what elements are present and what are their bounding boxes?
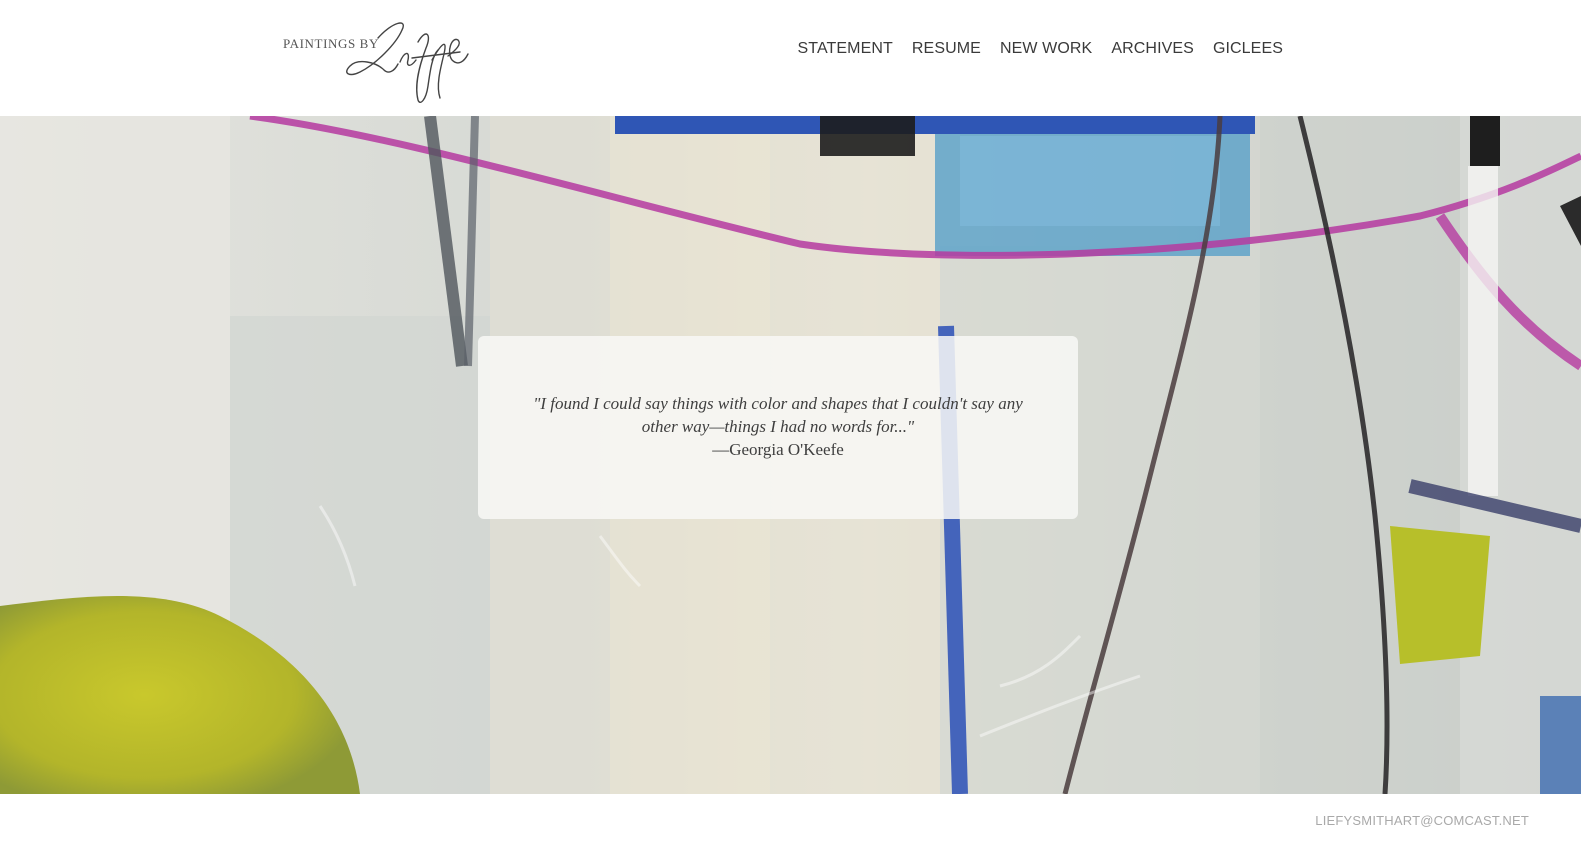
nav-resume[interactable]: RESUME <box>912 40 981 58</box>
hero-section: "I found I could say things with color a… <box>0 116 1581 794</box>
main-nav: STATEMENT RESUME NEW WORK ARCHIVES GICLE… <box>0 40 1283 58</box>
quote-author: —Georgia O'Keefe <box>712 440 844 459</box>
logo-signature-icon <box>346 22 469 104</box>
nav-giclees[interactable]: GICLEES <box>1213 40 1283 58</box>
quote-text: "I found I could say things with color a… <box>533 394 1023 436</box>
contact-email-link[interactable]: LIEFYSMITHART@COMCAST.NET <box>1315 813 1529 828</box>
site-header: PAINTINGS BY STATEMENT RESUME NEW WORK A… <box>0 0 1581 116</box>
site-logo[interactable]: PAINTINGS BY <box>280 14 475 106</box>
quote-card: "I found I could say things with color a… <box>478 336 1078 519</box>
nav-archives[interactable]: ARCHIVES <box>1111 40 1194 58</box>
nav-new-work[interactable]: NEW WORK <box>1000 40 1092 58</box>
site-footer: LIEFYSMITHART@COMCAST.NET <box>0 794 1581 860</box>
nav-statement[interactable]: STATEMENT <box>797 40 892 58</box>
